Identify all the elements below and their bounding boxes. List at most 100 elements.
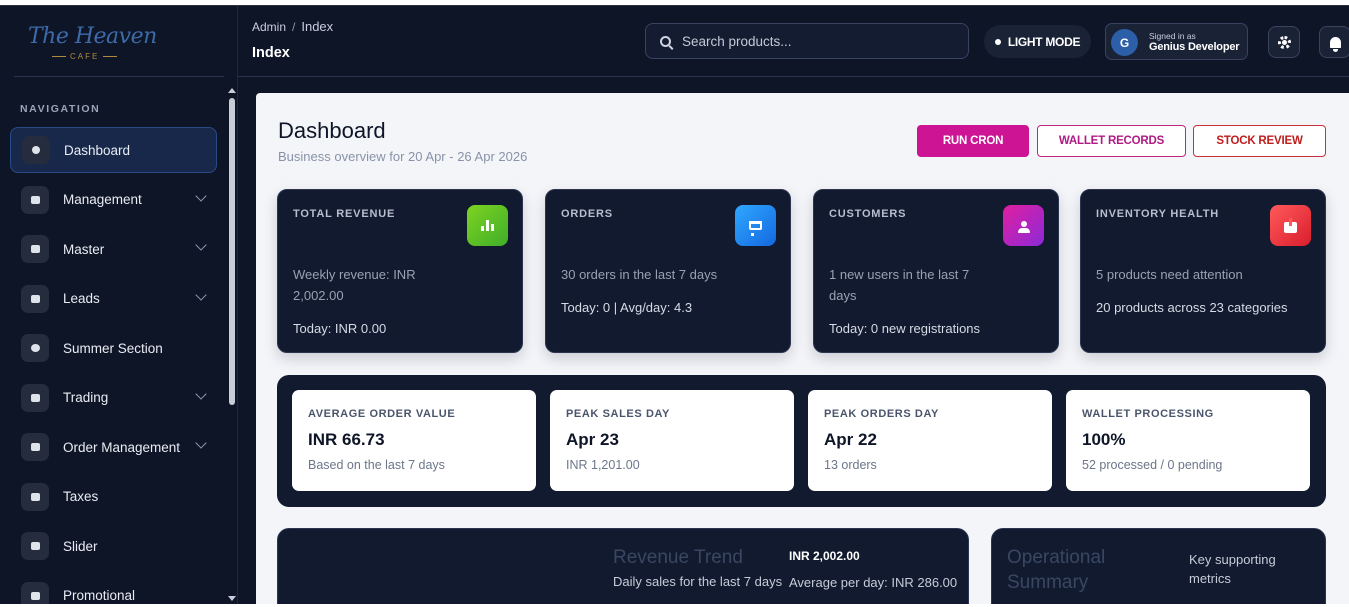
metric-sub: Based on the last 7 days (308, 458, 445, 472)
search-input[interactable] (682, 33, 952, 49)
metric-wallet-processing: WALLET PROCESSING 100% 52 processed / 0 … (1066, 390, 1310, 491)
stock-review-button[interactable]: STOCK REVIEW (1193, 125, 1326, 157)
breadcrumb-root[interactable]: Admin (252, 20, 286, 34)
operational-summary-subtitle: Key supporting metrics (1189, 552, 1276, 586)
kpi-card-customers[interactable]: CUSTOMERS 1 new users in the last 7 days… (813, 189, 1059, 353)
sidebar-item-master[interactable]: Master (10, 226, 217, 272)
building-icon (21, 581, 49, 604)
sidebar-item-label: Management (63, 192, 142, 207)
chevron-down-icon (195, 288, 207, 301)
metric-label: AVERAGE ORDER VALUE (308, 408, 456, 420)
revenue-trend-average: Average per day: INR 286.00 (789, 575, 958, 590)
dashboard-icon (22, 136, 50, 164)
revenue-trend-subtitle: Daily sales for the last 7 days (613, 574, 783, 589)
user-icon (1003, 205, 1044, 246)
avatar: G (1111, 29, 1138, 56)
sidebar-item-label: Slider (63, 538, 98, 554)
metric-sub: 13 orders (824, 458, 877, 472)
operational-summary-title: Operational Summary (1007, 547, 1106, 593)
sidebar-item-label: Order Management (63, 439, 181, 455)
chevron-down-icon (195, 239, 207, 251)
metric-sub: INR 1,201.00 (566, 458, 640, 472)
chevron-down-icon (195, 189, 207, 202)
kpi-text: 1 new users in the last 7 days (829, 267, 970, 303)
dashboard-title: Dashboard (278, 118, 386, 143)
search-box[interactable] (645, 23, 969, 59)
metric-label: PEAK SALES DAY (566, 408, 670, 420)
breadcrumb-current: Index (301, 19, 334, 34)
settings-button[interactable] (1268, 26, 1300, 58)
sidebar-item-label: Summer Section (63, 340, 163, 356)
sun-icon (21, 334, 49, 362)
metric-sub: 52 processed / 0 pending (1082, 458, 1223, 472)
sidebar-item-label: Leads (63, 291, 100, 306)
sitemap-icon (21, 284, 49, 313)
wallet-records-button[interactable]: WALLET RECORDS (1037, 125, 1186, 157)
theme-toggle-button[interactable]: LIGHT MODE (984, 25, 1091, 58)
kpi-foot: Today: 0 new registrations (829, 321, 981, 336)
scroll-up-arrow[interactable] (228, 88, 236, 93)
breadcrumb: Admin / Index (252, 19, 333, 34)
notifications-button[interactable] (1319, 26, 1349, 58)
revenue-trend-panel: Revenue Trend Daily sales for the last 7… (277, 528, 969, 604)
scroll-down-arrow[interactable] (228, 596, 236, 601)
sidebar-item-label: Taxes (63, 489, 99, 504)
gear-icon (1277, 35, 1291, 49)
sidebar-item-order-management[interactable]: Order Management (10, 424, 217, 470)
sidebar-item-leads[interactable]: Leads (10, 276, 217, 322)
run-cron-button[interactable]: RUN CRON (917, 125, 1029, 157)
chevron-down-icon (195, 387, 207, 400)
sidebar-item-summer-section[interactable]: Summer Section (10, 325, 217, 371)
kpi-label: CUSTOMERS (829, 208, 907, 220)
kpi-card-orders[interactable]: ORDERS 30 orders in the last 7 days Toda… (545, 189, 791, 353)
page-title: Index (252, 45, 290, 61)
breadcrumb-separator: / (292, 20, 296, 34)
sidebar-item-dashboard[interactable]: Dashboard (10, 127, 217, 173)
metric-peak-orders-day: PEAK ORDERS DAY Apr 22 13 orders (808, 390, 1052, 491)
kpi-foot: 20 products across 23 categories (1096, 300, 1288, 315)
box-icon (1270, 205, 1311, 246)
metrics-band: AVERAGE ORDER VALUE INR 66.73 Based on t… (277, 375, 1326, 507)
topbar: Admin/Index Index LIGHT MODE G Signed in… (238, 6, 1349, 77)
brand-name: The Heaven (28, 24, 157, 49)
kpi-foot: Today: 0 | Avg/day: 4.3 (561, 300, 693, 315)
sidebar-scrollbar[interactable] (229, 98, 235, 405)
cart-icon (735, 205, 776, 246)
kpi-card-revenue[interactable]: TOTAL REVENUE Weekly revenue: INR 2,002.… (277, 189, 523, 353)
sidebar-item-label: Dashboard (64, 142, 131, 158)
user-name: Genius Developer (1149, 41, 1240, 53)
metric-value: Apr 23 (566, 430, 619, 449)
user-menu[interactable]: G Signed in as Genius Developer (1105, 23, 1248, 60)
bar-chart-icon (467, 205, 508, 246)
nav-heading: NAVIGATION (20, 103, 101, 115)
metric-label: PEAK ORDERS DAY (824, 408, 939, 420)
sitemap-icon (21, 235, 49, 263)
kpi-text: Weekly revenue: INR 2,002.00 (293, 267, 416, 303)
metric-value: INR 66.73 (308, 430, 385, 449)
sidebar-item-trading[interactable]: Trading (10, 375, 217, 421)
kpi-label: TOTAL REVENUE (293, 208, 396, 220)
sidebar-item-slider[interactable]: Slider (10, 523, 217, 569)
kpi-label: ORDERS (561, 208, 613, 220)
brand-subtitle: CAFE (48, 52, 121, 61)
main-content: Dashboard Business overview for 20 Apr -… (256, 93, 1349, 604)
brand-logo[interactable]: The Heaven CAFE (14, 6, 224, 77)
briefcase-icon (21, 433, 49, 461)
theme-toggle-label: LIGHT MODE (1007, 34, 1081, 49)
sidebar-item-label: Promotional (63, 588, 136, 603)
sidebar-item-promotional[interactable]: Promotional (10, 573, 217, 604)
kpi-card-inventory[interactable]: INVENTORY HEALTH 5 products need attenti… (1080, 189, 1326, 353)
kpi-label: INVENTORY HEALTH (1096, 208, 1220, 220)
signed-in-label: Signed in as (1149, 31, 1196, 41)
metric-average-order-value: AVERAGE ORDER VALUE INR 66.73 Based on t… (292, 390, 536, 491)
dashboard-subtitle: Business overview for 20 Apr - 26 Apr 20… (278, 149, 528, 164)
sidebar-item-taxes[interactable]: Taxes (10, 474, 217, 520)
metric-peak-sales-day: PEAK SALES DAY Apr 23 INR 1,201.00 (550, 390, 794, 491)
layers-icon (21, 185, 49, 214)
kpi-text: 5 products need attention (1096, 267, 1243, 282)
revenue-trend-total: INR 2,002.00 (789, 549, 860, 563)
nav-list: Dashboard Management Master Leads Summer… (10, 127, 217, 604)
kpi-text: 30 orders in the last 7 days (561, 267, 718, 282)
sidebar-item-management[interactable]: Management (10, 177, 217, 223)
search-icon (660, 35, 671, 47)
